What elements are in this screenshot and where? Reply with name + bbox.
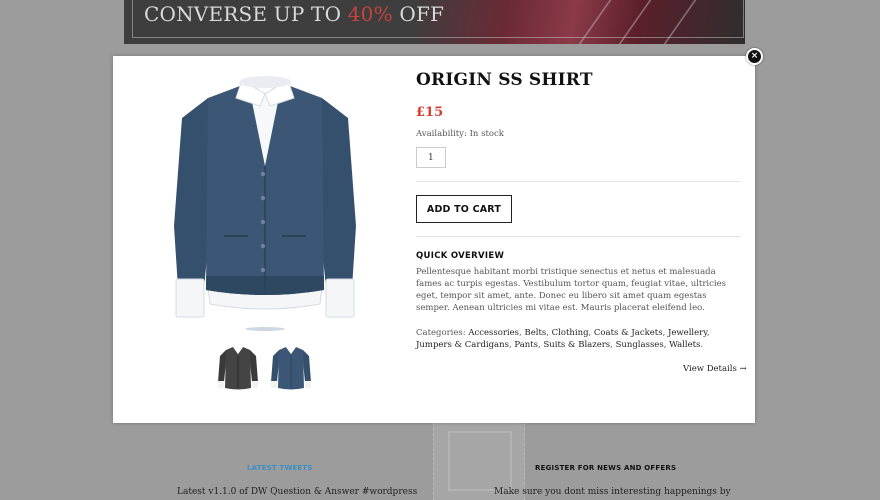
product-price: £15 bbox=[416, 105, 444, 120]
add-to-cart-button[interactable]: ADD TO CART bbox=[416, 195, 512, 223]
category-link-sunglasses[interactable]: Sunglasses bbox=[616, 340, 664, 350]
category-link-wallets[interactable]: Wallets bbox=[669, 340, 700, 350]
product-main-image[interactable] bbox=[170, 76, 360, 336]
category-link-jumpers-cardigans[interactable]: Jumpers & Cardigans bbox=[416, 340, 509, 350]
register-heading: REGISTER FOR NEWS AND OFFERS bbox=[535, 464, 677, 472]
view-details-link[interactable]: View Details → bbox=[683, 364, 747, 374]
quantity-input[interactable] bbox=[416, 147, 446, 168]
product-thumbnail-black[interactable] bbox=[216, 344, 260, 396]
divider bbox=[416, 236, 741, 237]
banner-headline: CONVERSE UP TO 40% OFF bbox=[144, 2, 445, 26]
availability-value: In stock bbox=[469, 129, 504, 139]
close-icon[interactable]: × bbox=[746, 48, 763, 65]
promo-banner[interactable]: CONVERSE UP TO 40% OFF bbox=[124, 0, 745, 44]
register-text: Make sure you dont miss interesting happ… bbox=[494, 487, 731, 497]
category-link-clothing[interactable]: Clothing bbox=[552, 328, 589, 338]
product-thumbnail-navy[interactable] bbox=[269, 344, 313, 396]
latest-tweets-heading: LATEST TWEETS bbox=[247, 464, 313, 472]
categories-list: Categories: Accessories, Belts, Clothing… bbox=[416, 328, 710, 350]
category-link-belts[interactable]: Belts bbox=[524, 328, 546, 338]
divider bbox=[416, 181, 741, 182]
quick-overview-heading: QUICK OVERVIEW bbox=[416, 251, 505, 261]
product-title: ORIGIN SS SHIRT bbox=[416, 70, 593, 90]
category-link-suits-blazers[interactable]: Suits & Blazers bbox=[543, 340, 610, 350]
tweet-text: Latest v1.1.0 of DW Question & Answer #w… bbox=[177, 487, 418, 497]
quick-overview-text: Pellentesque habitant morbi tristique se… bbox=[416, 267, 726, 313]
availability: Availability: In stock bbox=[416, 129, 504, 139]
category-link-accessories[interactable]: Accessories bbox=[468, 328, 519, 338]
availability-label: Availability: bbox=[416, 129, 467, 139]
category-link-jewellery[interactable]: Jewellery bbox=[668, 328, 707, 338]
categories-label: Categories: bbox=[416, 328, 466, 338]
category-link-coats-jackets[interactable]: Coats & Jackets bbox=[594, 328, 663, 338]
category-link-pants[interactable]: Pants bbox=[514, 340, 538, 350]
